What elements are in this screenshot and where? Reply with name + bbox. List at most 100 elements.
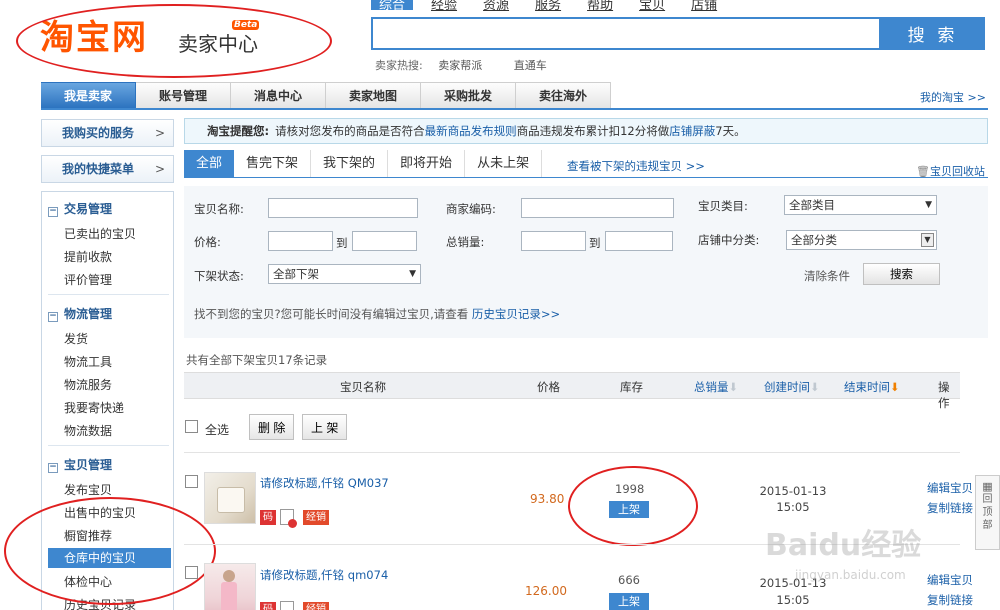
sales-to-label: 到: [589, 236, 601, 250]
price-max-input[interactable]: [352, 231, 417, 251]
sidebar-item-ship[interactable]: 发货: [64, 330, 88, 347]
sidebar-item-reviews[interactable]: 评价管理: [64, 271, 112, 288]
sidebar-shortcut-label: 我的快捷菜单: [62, 162, 135, 176]
sort-down-icon: ⬇: [728, 380, 739, 394]
history-link[interactable]: 历史宝贝记录>>: [472, 307, 560, 321]
delist-status-select[interactable]: 全部下架 ▼: [268, 264, 421, 284]
shop-category-value: 全部分类: [791, 233, 837, 247]
notice-text-post: 7天。: [715, 124, 746, 138]
document-icon: [280, 509, 297, 528]
col-end-time[interactable]: 结束时间⬇: [844, 379, 900, 395]
tab-never-listed[interactable]: 从未上架: [465, 150, 543, 178]
stock-highlight-oval: [568, 466, 698, 546]
row-divider: [184, 452, 960, 453]
category-select[interactable]: 全部类目 ▼: [784, 195, 937, 215]
search-tab-shops[interactable]: 店铺: [691, 0, 717, 13]
recycle-bin[interactable]: 🗑宝贝回收站: [916, 163, 985, 179]
sidebar-group-trade[interactable]: − 交易管理: [48, 200, 112, 217]
notice-shield-link[interactable]: 店铺屏蔽: [669, 124, 715, 138]
product-thumbnail[interactable]: [204, 563, 256, 610]
sidebar-item-advance[interactable]: 提前收款: [64, 248, 112, 265]
search-tab-services[interactable]: 服务: [535, 0, 561, 13]
list-item-button[interactable]: 上架: [609, 593, 649, 610]
nav-i-am-seller[interactable]: 我是卖家: [41, 82, 136, 109]
product-price: 93.80: [530, 492, 565, 506]
price-min-input[interactable]: [268, 231, 333, 251]
clear-conditions-link[interactable]: 清除条件: [804, 268, 850, 284]
shop-category-select[interactable]: 全部分类 ▼: [786, 230, 937, 250]
search-tab-help[interactable]: 帮助: [587, 0, 613, 13]
collapse-icon[interactable]: −: [48, 207, 58, 217]
select-all-label: 全选: [205, 423, 230, 437]
recycle-bin-link[interactable]: 宝贝回收站: [930, 165, 985, 178]
sidebar-group-logistics[interactable]: − 物流管理: [48, 305, 112, 322]
model-body-image: [221, 582, 237, 610]
sidebar-item-express[interactable]: 我要寄快递: [64, 399, 124, 416]
copy-link[interactable]: 复制链接: [927, 500, 973, 516]
tab-my-delisted[interactable]: 我下架的: [311, 150, 389, 178]
back-to-top-button[interactable]: ▦ 回顶部: [975, 475, 1000, 550]
collapse-icon[interactable]: −: [48, 463, 58, 473]
merchant-code-input[interactable]: [521, 198, 674, 218]
notice-text-mid: 商品违规发布累计扣12分将做: [516, 124, 670, 138]
sidebar-shortcut-menu[interactable]: 我的快捷菜单 >: [41, 155, 174, 183]
tab-coming-soon[interactable]: 即将开始: [388, 150, 466, 178]
edit-item-link[interactable]: 编辑宝贝: [927, 480, 973, 496]
sales-max-input[interactable]: [605, 231, 673, 251]
merchant-code-label: 商家编码:: [446, 202, 496, 216]
delete-button[interactable]: 删 除: [249, 414, 295, 440]
sidebar-purchased-services[interactable]: 我购买的服务 >: [41, 119, 174, 147]
search-tab-all[interactable]: 综合: [371, 0, 414, 13]
model-head-image: [223, 570, 235, 582]
nav-wholesale[interactable]: 采购批发: [421, 82, 516, 109]
product-stock: 666: [618, 573, 640, 587]
search-input[interactable]: [371, 17, 881, 50]
search-tab-items[interactable]: 宝贝: [639, 0, 665, 13]
sidebar-item-logistics-tools[interactable]: 物流工具: [64, 353, 112, 370]
col-total-sales[interactable]: 总销量⬇: [694, 379, 738, 395]
hot-link-bangpai[interactable]: 卖家帮派: [438, 59, 482, 72]
nav-account[interactable]: 账号管理: [136, 82, 231, 109]
sidebar-group-label: 物流管理: [64, 307, 113, 321]
product-price: 126.00: [525, 584, 567, 598]
sidebar-group-items[interactable]: − 宝贝管理: [48, 456, 112, 473]
tab-all[interactable]: 全部: [184, 150, 235, 178]
row-checkbox[interactable]: [185, 566, 198, 579]
nav-overseas[interactable]: 卖往海外: [516, 82, 611, 109]
nav-messages[interactable]: 消息中心: [231, 82, 326, 109]
dropdown-arrow-icon: ▼: [409, 269, 416, 279]
search-tab-experience[interactable]: 经验: [431, 0, 457, 13]
violation-items-link[interactable]: 查看被下架的违规宝贝 >>: [567, 158, 705, 174]
search-button[interactable]: 搜 索: [881, 17, 985, 50]
sidebar-item-logistics-services[interactable]: 物流服务: [64, 376, 112, 393]
hot-link-ztc[interactable]: 直通车: [514, 59, 547, 72]
list-button[interactable]: 上 架: [302, 414, 348, 440]
notice-rules-link[interactable]: 最新商品发布规则: [425, 124, 517, 138]
sidebar-item-publish[interactable]: 发布宝贝: [64, 481, 112, 498]
item-name-input[interactable]: [268, 198, 418, 218]
sort-down-active-icon: ⬇: [890, 380, 900, 394]
sales-min-input[interactable]: [521, 231, 586, 251]
edit-item-link[interactable]: 编辑宝贝: [927, 572, 973, 588]
filter-search-button[interactable]: 搜索: [863, 263, 940, 285]
row-checkbox[interactable]: [185, 475, 198, 488]
select-all-checkbox[interactable]: [185, 420, 198, 433]
sidebar-group-label: 宝贝管理: [64, 458, 113, 472]
tab-sold-out[interactable]: 售完下架: [234, 150, 312, 178]
product-title-link[interactable]: 请修改标题,仟铭 QM037: [260, 475, 389, 491]
table-header: 宝贝名称 价格 库存 总销量⬇ 创建时间⬇ 结束时间⬇ 操作: [184, 372, 960, 410]
collapse-icon[interactable]: −: [48, 312, 58, 322]
sidebar-highlight-oval: [4, 497, 216, 605]
nav-seller-map[interactable]: 卖家地图: [326, 82, 421, 109]
product-thumbnail[interactable]: [204, 472, 256, 524]
product-title-link[interactable]: 请修改标题,仟铭 qm074: [260, 567, 388, 583]
hot-search: 卖家热搜: 卖家帮派 直通车: [375, 57, 575, 73]
my-taobao-link[interactable]: 我的淘宝 >>: [920, 89, 986, 105]
search-tab-resources[interactable]: 资源: [483, 0, 509, 13]
sidebar-item-logistics-data[interactable]: 物流数据: [64, 422, 112, 439]
copy-link[interactable]: 复制链接: [927, 592, 973, 608]
sidebar-group-label: 交易管理: [64, 202, 113, 216]
col-created-time[interactable]: 创建时间⬇: [764, 379, 820, 395]
back-to-top-icon: ▦: [982, 480, 993, 493]
sidebar-item-sold[interactable]: 已卖出的宝贝: [64, 225, 136, 242]
